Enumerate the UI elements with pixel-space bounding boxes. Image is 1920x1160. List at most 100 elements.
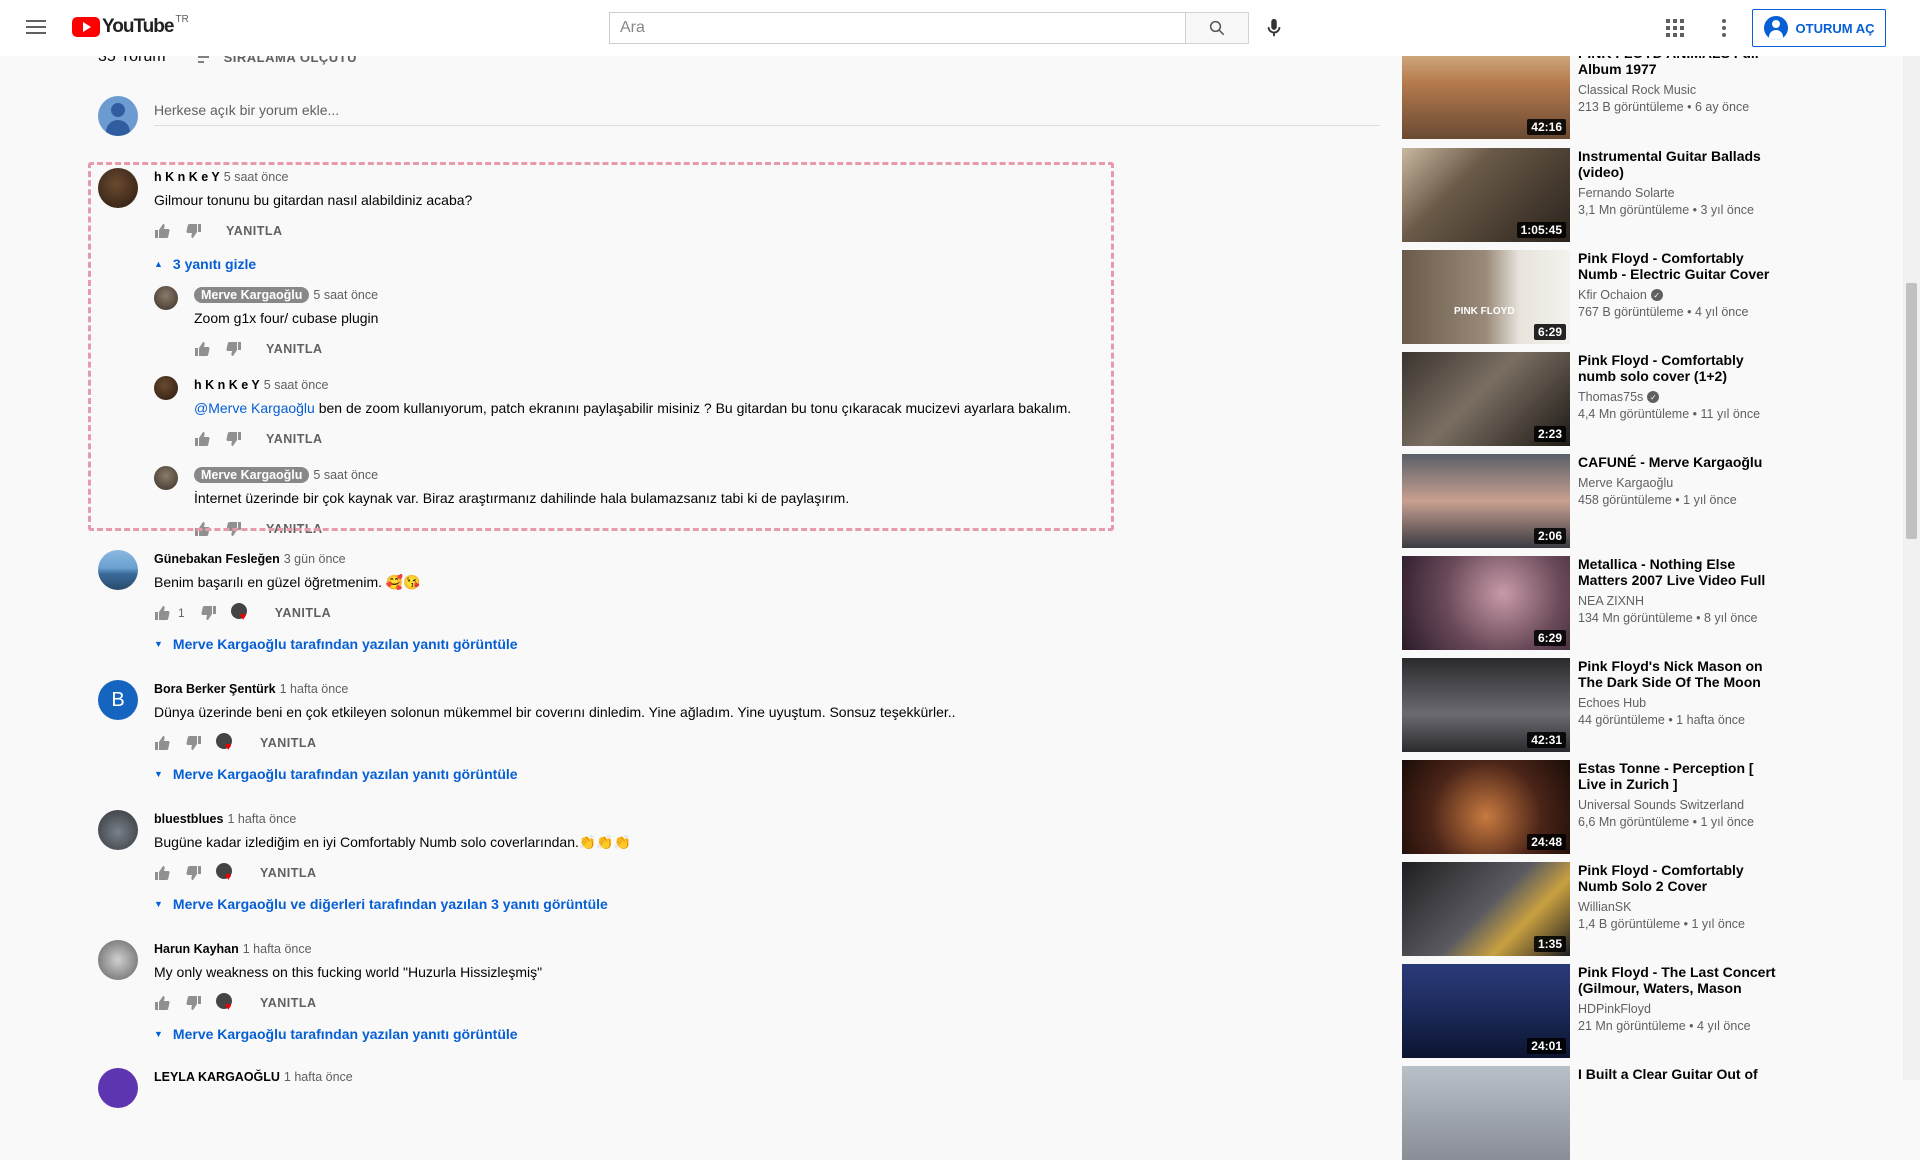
like-icon[interactable]: [194, 341, 210, 357]
search-button[interactable]: [1185, 12, 1249, 44]
reply-button[interactable]: YANITLA: [266, 432, 323, 446]
video-title[interactable]: Pink Floyd - Comfortably Numb - Electric…: [1578, 250, 1782, 282]
avatar[interactable]: [154, 286, 178, 310]
video-title[interactable]: Metallica - Nothing Else Matters 2007 Li…: [1578, 556, 1782, 588]
video-card[interactable]: I Built a Clear Guitar Out of: [1402, 1066, 1782, 1160]
video-channel[interactable]: WillianSK: [1578, 900, 1782, 914]
video-thumbnail[interactable]: 2:06: [1402, 454, 1570, 548]
comment-time[interactable]: 5 saat önce: [313, 288, 378, 302]
video-card[interactable]: 42:31 Pink Floyd's Nick Mason on The Dar…: [1402, 658, 1782, 752]
avatar[interactable]: [98, 550, 138, 590]
search-input[interactable]: Ara: [609, 12, 1185, 44]
video-title[interactable]: Pink Floyd's Nick Mason on The Dark Side…: [1578, 658, 1782, 690]
dislike-icon[interactable]: [186, 995, 202, 1011]
view-replies-button[interactable]: ▼ Merve Kargaoğlu tarafından yazılan yan…: [154, 766, 956, 782]
video-channel[interactable]: NEA ZIXNH: [1578, 594, 1782, 608]
video-card[interactable]: 1:05:45 Instrumental Guitar Ballads (vid…: [1402, 148, 1782, 242]
video-thumbnail[interactable]: [1402, 1066, 1570, 1160]
comment-author[interactable]: Merve Kargaoğlu: [194, 287, 310, 303]
like-icon[interactable]: [154, 865, 170, 881]
reply-button[interactable]: YANITLA: [266, 522, 323, 536]
comment-time[interactable]: 1 hafta önce: [243, 942, 312, 956]
comment-author[interactable]: Merve Kargaoğlu: [194, 467, 310, 483]
comment-time[interactable]: 1 hafta önce: [227, 812, 296, 826]
dislike-icon[interactable]: [186, 865, 202, 881]
comment-time[interactable]: 5 saat önce: [313, 468, 378, 482]
video-channel[interactable]: Echoes Hub: [1578, 696, 1782, 710]
video-thumbnail[interactable]: 1:05:45: [1402, 148, 1570, 242]
reply-button[interactable]: YANITLA: [266, 342, 323, 356]
video-card[interactable]: 6:29 Metallica - Nothing Else Matters 20…: [1402, 556, 1782, 650]
video-channel[interactable]: Classical Rock Music: [1578, 83, 1782, 97]
reply-button[interactable]: YANITLA: [226, 224, 283, 238]
signin-button[interactable]: OTURUM AÇ: [1752, 9, 1886, 47]
view-replies-button[interactable]: ▼ Merve Kargaoğlu tarafından yazılan yan…: [154, 636, 518, 652]
like-icon[interactable]: [154, 995, 170, 1011]
dislike-icon[interactable]: [226, 431, 242, 447]
video-card[interactable]: 1:35 Pink Floyd - Comfortably Numb Solo …: [1402, 862, 1782, 956]
more-options-icon[interactable]: [1712, 16, 1736, 40]
comment-author[interactable]: Bora Berker Şentürk: [154, 682, 276, 696]
dislike-icon[interactable]: [201, 605, 217, 621]
dislike-icon[interactable]: [226, 341, 242, 357]
add-comment-input[interactable]: Herkese açık bir yorum ekle...: [154, 98, 1380, 126]
video-thumbnail[interactable]: 1:35: [1402, 862, 1570, 956]
comment-author[interactable]: Günebakan Fesleğen: [154, 552, 280, 566]
video-card[interactable]: 24:48 Estas Tonne - Perception [ Live in…: [1402, 760, 1782, 854]
hide-replies-button[interactable]: ▲ 3 yanıtı gizle: [154, 256, 1071, 272]
video-card[interactable]: 24:01 Pink Floyd - The Last Concert (Gil…: [1402, 964, 1782, 1058]
apps-grid-icon[interactable]: [1665, 18, 1685, 43]
video-title[interactable]: Pink Floyd - The Last Concert (Gilmour, …: [1578, 964, 1782, 996]
comment-author[interactable]: Harun Kayhan: [154, 942, 239, 956]
scrollbar-thumb[interactable]: [1906, 283, 1917, 539]
avatar[interactable]: [154, 376, 178, 400]
comment-author[interactable]: h K n K e Y: [194, 378, 260, 392]
youtube-logo[interactable]: YouTube TR: [72, 14, 189, 37]
comment-time[interactable]: 5 saat önce: [264, 378, 329, 392]
video-thumbnail[interactable]: PINK FLOYD 6:29: [1402, 250, 1570, 344]
video-thumbnail[interactable]: 24:48: [1402, 760, 1570, 854]
video-thumbnail[interactable]: 6:29: [1402, 556, 1570, 650]
video-channel[interactable]: Fernando Solarte: [1578, 186, 1782, 200]
reply-button[interactable]: YANITLA: [260, 736, 317, 750]
video-thumbnail[interactable]: 24:01: [1402, 964, 1570, 1058]
video-title[interactable]: Pink Floyd - Comfortably numb solo cover…: [1578, 352, 1782, 384]
video-title[interactable]: Instrumental Guitar Ballads (video): [1578, 148, 1782, 180]
dislike-icon[interactable]: [186, 223, 202, 239]
avatar[interactable]: B: [98, 680, 138, 720]
like-icon[interactable]: [154, 223, 170, 239]
comment-time[interactable]: 1 hafta önce: [284, 1070, 353, 1084]
dislike-icon[interactable]: [226, 521, 242, 537]
video-card[interactable]: 2:06 CAFUNÉ - Merve Kargaoğlu Merve Karg…: [1402, 454, 1782, 548]
video-channel[interactable]: Thomas75s ✓: [1578, 390, 1782, 404]
comment-author[interactable]: h K n K e Y: [154, 170, 220, 184]
video-card[interactable]: 2:23 Pink Floyd - Comfortably numb solo …: [1402, 352, 1782, 446]
dislike-icon[interactable]: [186, 735, 202, 751]
video-channel[interactable]: Merve Kargaoğlu: [1578, 476, 1782, 490]
video-channel[interactable]: HDPinkFloyd: [1578, 1002, 1782, 1016]
scrollbar[interactable]: [1903, 0, 1920, 1080]
like-icon[interactable]: [194, 431, 210, 447]
video-title[interactable]: Estas Tonne - Perception [ Live in Zuric…: [1578, 760, 1782, 792]
video-channel[interactable]: Kfir Ochaion ✓: [1578, 288, 1782, 302]
avatar[interactable]: [98, 940, 138, 980]
like-icon[interactable]: [154, 735, 170, 751]
view-replies-button[interactable]: ▼ Merve Kargaoğlu tarafından yazılan yan…: [154, 1026, 542, 1042]
avatar[interactable]: [98, 810, 138, 850]
reply-button[interactable]: YANITLA: [260, 866, 317, 880]
video-card[interactable]: PINK FLOYD 6:29 Pink Floyd - Comfortably…: [1402, 250, 1782, 344]
comment-time[interactable]: 1 hafta önce: [280, 682, 349, 696]
avatar[interactable]: [98, 168, 138, 208]
like-icon[interactable]: [194, 521, 210, 537]
video-card[interactable]: 42:16 PINK FLOYD ANIMALS Full Album 1977…: [1402, 45, 1782, 139]
video-thumbnail[interactable]: 42:31: [1402, 658, 1570, 752]
avatar[interactable]: [154, 466, 178, 490]
video-title[interactable]: Pink Floyd - Comfortably Numb Solo 2 Cov…: [1578, 862, 1782, 894]
mention-link[interactable]: @Merve Kargaoğlu: [194, 400, 315, 416]
comment-author[interactable]: LEYLA KARGAOĞLU: [154, 1070, 280, 1084]
video-thumbnail[interactable]: 42:16: [1402, 45, 1570, 139]
like-icon[interactable]: [154, 605, 170, 621]
video-title[interactable]: CAFUNÉ - Merve Kargaoğlu: [1578, 454, 1782, 470]
view-replies-button[interactable]: ▼ Merve Kargaoğlu ve diğerleri tarafında…: [154, 896, 631, 912]
mic-icon[interactable]: [1262, 16, 1286, 40]
